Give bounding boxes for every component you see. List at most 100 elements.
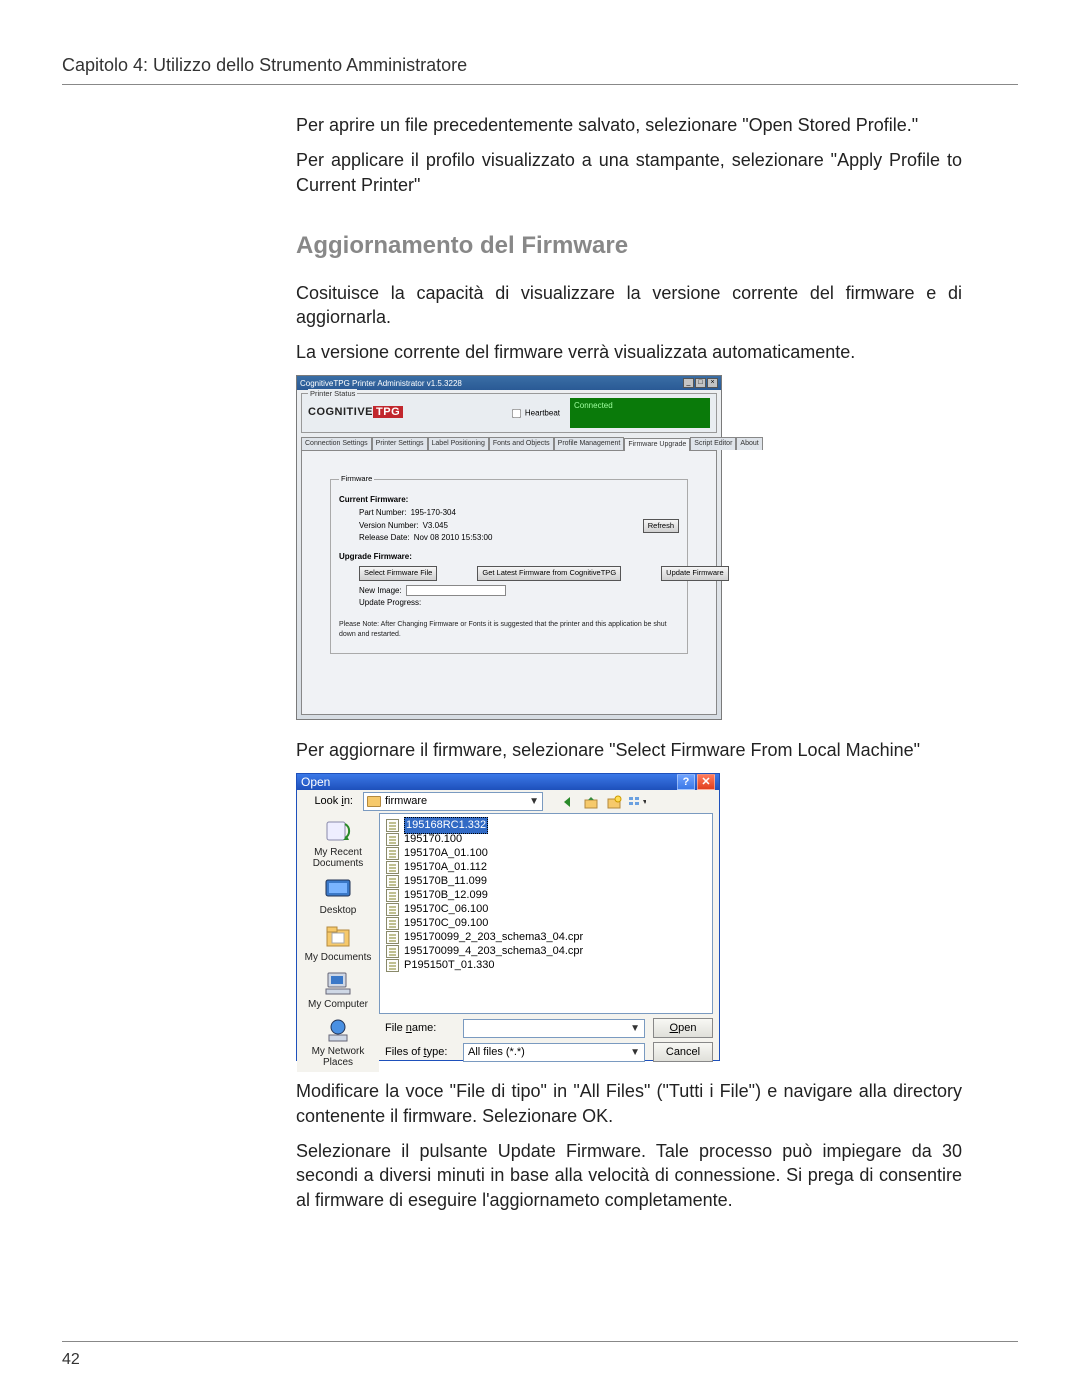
file-item[interactable]: 195170C_06.100 (386, 902, 706, 916)
open-file-dialog: Open ? ✕ Look in: firmware ▼ (296, 773, 720, 1061)
tab-fonts-objects[interactable]: Fonts and Objects (489, 437, 554, 450)
lookin-value: firmware (385, 794, 427, 809)
up-one-level-button[interactable] (582, 793, 600, 811)
file-list[interactable]: 195168RC1.332195170.100195170A_01.100195… (379, 813, 713, 1014)
tab-about[interactable]: About (736, 437, 762, 450)
file-icon (386, 917, 399, 930)
file-icon (386, 945, 399, 958)
update-firmware-button[interactable]: Update Firmware (661, 566, 729, 580)
label: Version Number: (359, 520, 419, 533)
file-item[interactable]: 195168RC1.332 (386, 818, 706, 832)
place-label: Desktop (320, 905, 357, 916)
new-image-field[interactable] (406, 585, 506, 596)
select-firmware-button[interactable]: Select Firmware File (359, 566, 437, 580)
chapter-header: Capitolo 4: Utilizzo dello Strumento Amm… (62, 55, 1018, 76)
label: Update Progress: (359, 597, 421, 610)
place-desktop[interactable]: Desktop (303, 875, 373, 920)
file-icon (386, 931, 399, 944)
refresh-button[interactable]: Refresh (643, 519, 679, 533)
file-item[interactable]: 195170.100 (386, 832, 706, 846)
tab-profile-management[interactable]: Profile Management (554, 437, 625, 450)
dialog-title: Open (301, 774, 330, 791)
filetype-field[interactable]: All files (*.*) ▼ (463, 1043, 645, 1062)
paragraph: Cosituisce la capacità di visualizzare l… (296, 281, 962, 331)
view-menu-button[interactable] (628, 793, 646, 811)
paragraph: Per applicare il profilo visualizzato a … (296, 148, 962, 198)
place-label: My Network Places (312, 1046, 365, 1068)
tab-script-editor[interactable]: Script Editor (690, 437, 736, 450)
file-item[interactable]: 195170099_4_203_schema3_04.cpr (386, 944, 706, 958)
dialog-titlebar: Open ? ✕ (297, 774, 719, 791)
release-row: Release Date: Nov 08 2010 15:53:00 (359, 532, 643, 545)
upgrade-firmware-head: Upgrade Firmware: (339, 551, 679, 562)
recent-documents-icon (322, 817, 354, 845)
place-my-network[interactable]: My Network Places (303, 1016, 373, 1072)
file-item[interactable]: 195170A_01.100 (386, 846, 706, 860)
firmware-tab-page: Firmware Current Firmware: Part Number: … (301, 450, 717, 715)
file-name: 195170.100 (404, 832, 462, 847)
minimize-button[interactable]: _ (683, 378, 694, 388)
place-recent-documents[interactable]: My Recent Documents (303, 817, 373, 873)
close-button[interactable]: × (707, 378, 718, 388)
file-name: 195170099_4_203_schema3_04.cpr (404, 944, 583, 959)
open-button[interactable]: Open (653, 1018, 713, 1038)
cancel-button[interactable]: Cancel (653, 1042, 713, 1062)
get-latest-firmware-button[interactable]: Get Latest Firmware from CognitiveTPG (477, 566, 621, 580)
label: New Image: (359, 585, 402, 598)
place-my-computer[interactable]: My Computer (303, 969, 373, 1014)
paragraph: Per aprire un file precedentemente salva… (296, 113, 962, 138)
file-item[interactable]: 195170099_2_203_schema3_04.cpr (386, 930, 706, 944)
file-name: 195170099_2_203_schema3_04.cpr (404, 930, 583, 945)
filetype-value: All files (*.*) (468, 1045, 525, 1060)
help-button[interactable]: ? (677, 774, 695, 790)
paragraph: Selezionare il pulsante Update Firmware.… (296, 1139, 962, 1213)
tab-printer-settings[interactable]: Printer Settings (372, 437, 428, 450)
file-name: P195150T_01.330 (404, 958, 495, 973)
folder-icon (367, 796, 381, 807)
file-item[interactable]: 195170B_11.099 (386, 874, 706, 888)
close-button[interactable]: ✕ (697, 774, 715, 790)
footer-rule (62, 1341, 1018, 1342)
tab-firmware-upgrade[interactable]: Firmware Upgrade (624, 438, 690, 451)
my-computer-icon (322, 969, 354, 997)
filename-field[interactable]: ▼ (463, 1019, 645, 1038)
file-icon (386, 861, 399, 874)
body-content: Per aprire un file precedentemente salva… (296, 113, 962, 1213)
place-label: My Documents (305, 952, 372, 963)
value: V3.045 (423, 520, 448, 533)
logo-text: COGNITIVE (308, 406, 373, 418)
tab-connection-settings[interactable]: Connection Settings (301, 437, 372, 450)
lookin-combo[interactable]: firmware ▼ (363, 792, 543, 811)
maximize-button[interactable]: □ (695, 378, 706, 388)
file-item[interactable]: 195170B_12.099 (386, 888, 706, 902)
file-name: 195170C_09.100 (404, 916, 488, 931)
my-network-icon (322, 1016, 354, 1044)
new-folder-button[interactable] (605, 793, 623, 811)
firmware-admin-window: CognitiveTPG Printer Administrator v1.5.… (296, 375, 722, 720)
file-item[interactable]: P195150T_01.330 (386, 958, 706, 972)
place-label: My Computer (308, 999, 368, 1010)
firmware-group: Firmware Current Firmware: Part Number: … (330, 479, 688, 655)
back-button[interactable] (559, 793, 577, 811)
file-item[interactable]: 195170C_09.100 (386, 916, 706, 930)
desktop-icon (322, 875, 354, 903)
group-label: Firmware (339, 474, 374, 484)
header-rule (62, 84, 1018, 85)
file-icon (386, 903, 399, 916)
chevron-down-icon: ▼ (529, 795, 539, 809)
update-progress-row: Update Progress: (359, 597, 679, 610)
my-documents-icon (322, 922, 354, 950)
heartbeat-checkbox[interactable]: Heartbeat (510, 407, 560, 420)
file-name: 195170A_01.100 (404, 846, 488, 861)
file-name: 195170A_01.112 (404, 860, 487, 875)
window-title: CognitiveTPG Printer Administrator v1.5.… (300, 378, 462, 389)
place-my-documents[interactable]: My Documents (303, 922, 373, 967)
group-label: Printer Status (308, 389, 357, 399)
paragraph: La versione corrente del firmware verrà … (296, 340, 962, 365)
printer-status-group: Printer Status COGNITIVETPG Heartbeat Co… (301, 393, 717, 433)
new-image-row: New Image: (359, 585, 679, 598)
file-item[interactable]: 195170A_01.112 (386, 860, 706, 874)
file-icon (386, 889, 399, 902)
logo-text-accent: TPG (373, 406, 403, 418)
tab-label-positioning[interactable]: Label Positioning (428, 437, 489, 450)
